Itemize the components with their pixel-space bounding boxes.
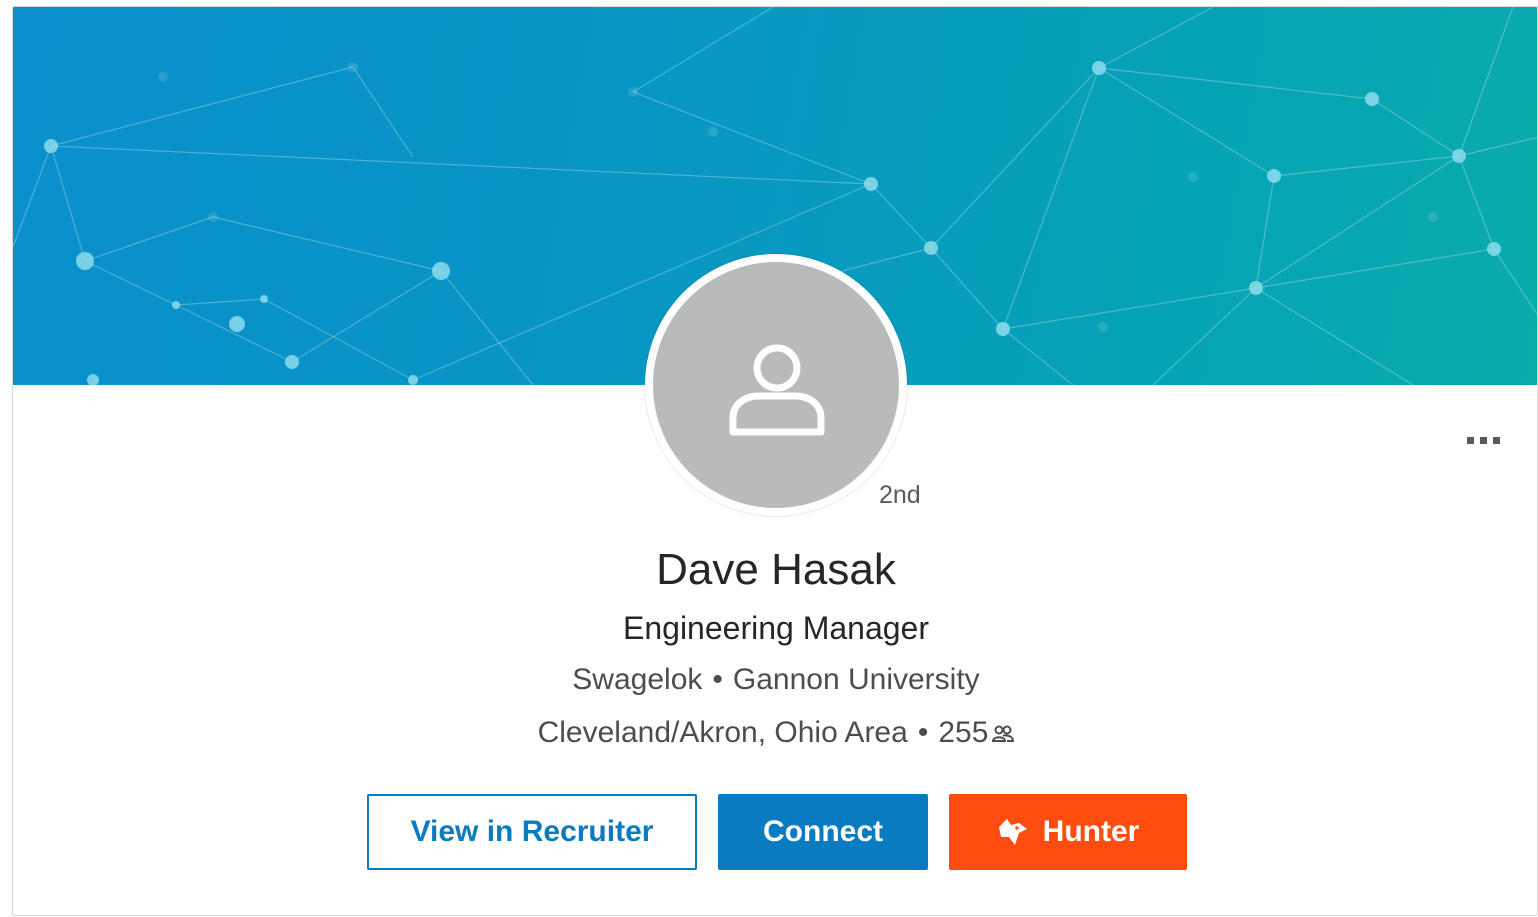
view-in-recruiter-button[interactable]: View in Recruiter xyxy=(367,794,697,870)
person-silhouette-icon xyxy=(729,344,825,436)
hunter-button[interactable]: Hunter xyxy=(949,794,1187,870)
more-dot xyxy=(1492,436,1500,444)
profile-name: Dave Hasak xyxy=(656,545,896,594)
connect-button[interactable]: Connect xyxy=(718,794,928,870)
more-options-icon xyxy=(1466,436,1474,444)
profile-card: 2nd Dave Hasak Engineering Manager Swage… xyxy=(12,6,1538,916)
profile-headline: Engineering Manager xyxy=(623,610,929,646)
hunter-label: Hunter xyxy=(1042,815,1140,848)
connections-count[interactable]: 255 xyxy=(938,716,988,749)
company-link[interactable]: Swagelok xyxy=(572,663,702,696)
more-dot xyxy=(1479,436,1487,444)
connection-degree: 2nd xyxy=(879,481,921,509)
fox-icon xyxy=(998,819,1027,845)
avatar xyxy=(653,262,899,508)
company-school-line: Swagelok • Gannon University xyxy=(13,663,1537,697)
location: Cleveland/Akron, Ohio Area xyxy=(537,716,908,749)
location-line: Cleveland/Akron, Ohio Area • 255 xyxy=(13,716,1537,751)
separator: • xyxy=(712,663,723,696)
more-options-button[interactable] xyxy=(1457,425,1509,455)
connections-icon xyxy=(992,717,1015,751)
separator: • xyxy=(917,716,929,749)
profile-photo[interactable] xyxy=(645,254,907,516)
school-link[interactable]: Gannon University xyxy=(733,663,980,696)
